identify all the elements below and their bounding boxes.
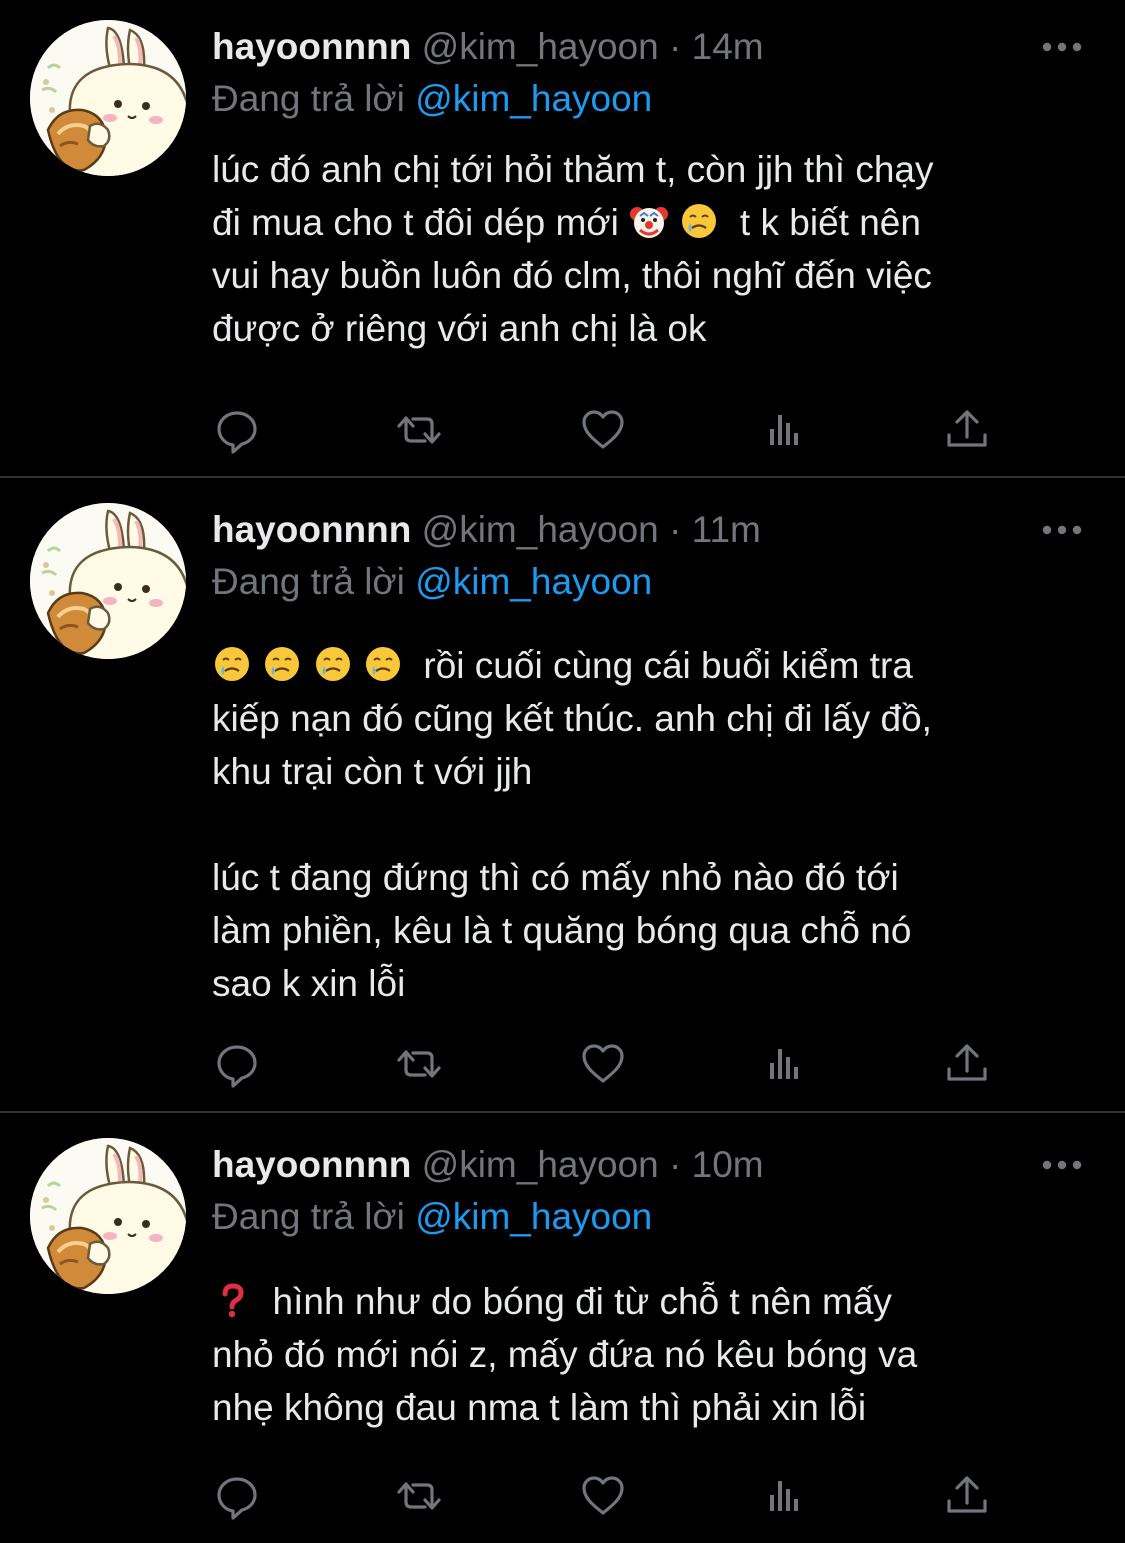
like-icon[interactable] [578,1471,628,1521]
share-icon[interactable] [942,405,992,455]
tweet-text-line: làm phiền, kêu là t quăng bóng qua chỗ n… [212,910,912,951]
tweet-header: hayoonnnn @kim_hayoon · 10m [212,1140,764,1190]
retweet-icon[interactable] [394,1039,444,1089]
text-segment: rồi cuối cùng cái buổi kiểm tra [413,645,913,686]
tweet-header: hayoonnnn @kim_hayoon · 14m [212,22,764,72]
mention-link[interactable]: @kim_hayoon [415,1196,652,1237]
crying-smile-emoji [262,644,302,698]
tweet-text-line: rồi cuối cùng cái buổi kiểm tra [212,639,1102,692]
tweet-text-line: sao k xin lỗi [212,963,406,1004]
text-segment: t k biết nên [729,202,921,243]
tweet-text: hình như do bóng đi từ chỗ t nên mấy nhỏ … [212,1275,1102,1434]
timestamp[interactable]: 11m [692,509,761,550]
tweet-3[interactable]: hayoonnnn @kim_hayoon · 10m Đang trả lời… [0,1113,1125,1543]
replying-to: Đang trả lời @kim_hayoon [212,557,652,607]
avatar[interactable] [30,20,186,176]
avatar[interactable] [30,1138,186,1294]
replying-to: Đang trả lời @kim_hayoon [212,74,652,124]
avatar[interactable] [30,503,186,659]
views-icon[interactable] [760,1471,810,1521]
replying-prefix: Đang trả lời [212,1196,405,1237]
text-segment: hình như do bóng đi từ chỗ t nên mấy [262,1281,892,1322]
tweet-text-line: khu trại còn t với jjh [212,751,533,792]
tweet-text: rồi cuối cùng cái buổi kiểm tra kiếp nạn … [212,639,1102,1010]
tweet-text-line: vui hay buồn luôn đó clm, thôi nghĩ đến … [212,255,932,296]
display-name[interactable]: hayoonnnn [212,1144,411,1185]
display-name[interactable]: hayoonnnn [212,26,411,67]
separator-dot: · [669,26,682,67]
user-handle[interactable]: @kim_hayoon [422,1144,659,1185]
tweet-actions [212,405,1012,455]
user-handle[interactable]: @kim_hayoon [422,509,659,550]
mention-link[interactable]: @kim_hayoon [415,78,652,119]
replying-prefix: Đang trả lời [212,561,405,602]
like-icon[interactable] [578,1039,628,1089]
crying-smile-emoji [679,201,719,255]
tweet-text-line: hình như do bóng đi từ chỗ t nên mấy [212,1275,1102,1328]
tweet-actions [212,1471,1012,1521]
tweet-header: hayoonnnn @kim_hayoon · 11m [212,505,761,555]
retweet-icon[interactable] [394,405,444,455]
tweet-text-line: đi mua cho t đôi dép mới t k biết nên [212,196,1102,249]
text-segment: đi mua cho t đôi dép mới [212,202,630,243]
tweet-text-line: nhẹ không đau nma t làm thì phải xin lỗi [212,1387,867,1428]
crying-smile-emoji [212,644,252,698]
crying-smile-emoji [313,644,353,698]
reply-icon[interactable] [212,405,262,455]
timestamp[interactable]: 10m [692,1144,764,1185]
display-name[interactable]: hayoonnnn [212,509,411,550]
reply-icon[interactable] [212,1471,262,1521]
tweet-text-line: lúc t đang đứng thì có mấy nhỏ nào đó tớ… [212,857,899,898]
views-icon[interactable] [760,1039,810,1089]
more-options-icon[interactable] [1040,520,1084,540]
tweet-1[interactable]: hayoonnnn @kim_hayoon · 14m Đang trả lời… [0,0,1125,476]
tweet-text-line: kiếp nạn đó cũng kết thúc. anh chị đi lấ… [212,698,932,739]
share-icon[interactable] [942,1471,992,1521]
red-question-mark-emoji [212,1280,252,1334]
separator-dot: · [669,509,682,550]
tweet-text-line: được ở riêng với anh chị là ok [212,308,707,349]
tweet-text-line: lúc đó anh chị tới hỏi thăm t, còn jjh t… [212,149,934,190]
user-handle[interactable]: @kim_hayoon [422,26,659,67]
retweet-icon[interactable] [394,1471,444,1521]
more-options-icon[interactable] [1040,1155,1084,1175]
share-icon[interactable] [942,1039,992,1089]
like-icon[interactable] [578,405,628,455]
separator-dot: · [669,1144,682,1185]
crying-smile-emoji [363,644,403,698]
replying-prefix: Đang trả lời [212,78,405,119]
views-icon[interactable] [760,405,810,455]
tweet-text: lúc đó anh chị tới hỏi thăm t, còn jjh t… [212,143,1102,355]
clown-face-emoji [629,201,669,255]
reply-icon[interactable] [212,1039,262,1089]
mention-link[interactable]: @kim_hayoon [415,561,652,602]
tweet-actions [212,1039,1012,1089]
tweet-2[interactable]: hayoonnnn @kim_hayoon · 11m Đang trả lời… [0,478,1125,1111]
tweet-text-line: nhỏ đó mới nói z, mấy đứa nó kêu bóng va [212,1334,918,1375]
replying-to: Đang trả lời @kim_hayoon [212,1192,652,1242]
timestamp[interactable]: 14m [692,26,764,67]
more-options-icon[interactable] [1040,37,1084,57]
